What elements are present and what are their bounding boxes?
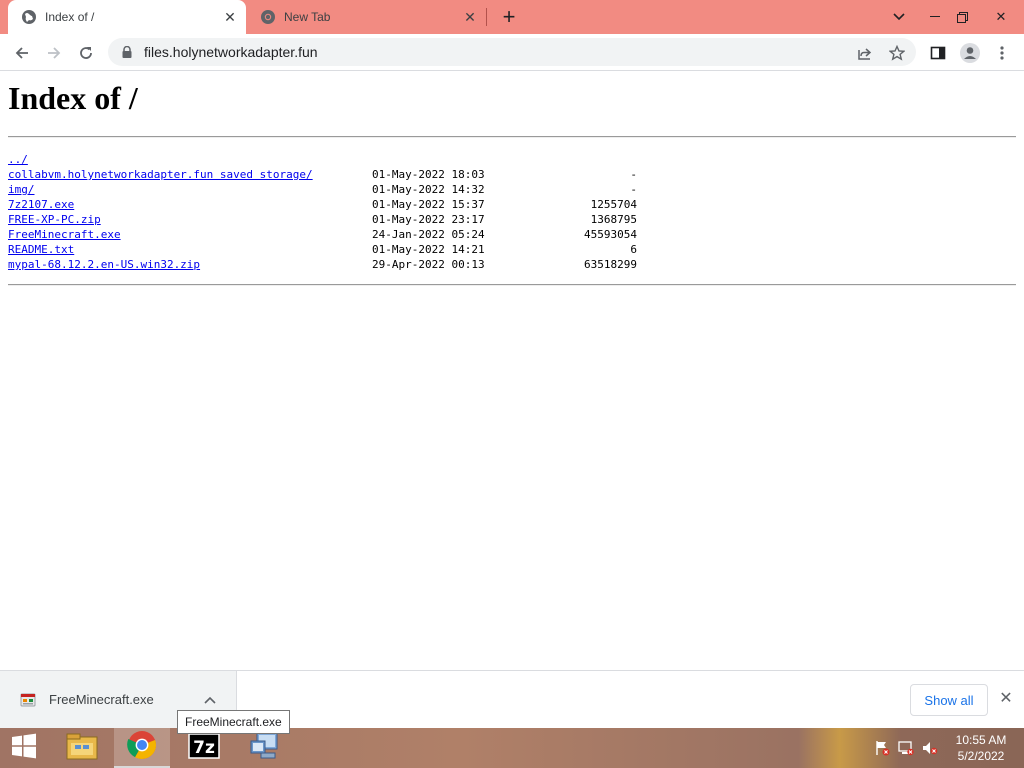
tab-title: New Tab	[284, 10, 331, 24]
menu-kebab-icon[interactable]	[988, 39, 1016, 67]
exe-file-icon	[19, 691, 37, 709]
download-tooltip: FreeMinecraft.exe	[177, 710, 290, 734]
chrome-icon	[127, 730, 157, 765]
chevron-up-icon[interactable]	[200, 690, 220, 710]
file-date: 01-May-2022 18:03	[372, 168, 485, 181]
start-button[interactable]	[0, 728, 48, 768]
volume-muted-icon[interactable]	[922, 740, 938, 756]
close-window-icon[interactable]: ✕	[981, 0, 1021, 34]
tab-title: Index of /	[45, 10, 95, 24]
list-item: 7z2107.exe 01-May-2022 15:37 1255704	[8, 197, 648, 212]
download-shelf: FreeMinecraft.exe Show all ✕	[0, 670, 1024, 728]
close-tab-icon[interactable]: ✕	[460, 7, 480, 27]
list-item: README.txt 01-May-2022 14:21 6	[8, 242, 648, 257]
tab-new-tab[interactable]: New Tab ✕	[250, 0, 486, 34]
close-tab-icon[interactable]: ✕	[220, 7, 240, 27]
file-size: 63518299	[584, 258, 637, 271]
svg-text:7z: 7z	[193, 738, 215, 758]
globe-icon	[21, 9, 37, 25]
taskbar-chrome[interactable]	[114, 728, 170, 768]
file-size: 45593054	[584, 228, 637, 241]
file-link[interactable]: FreeMinecraft.exe	[8, 227, 121, 242]
file-listing: ../ collabvm.holynetworkadapter.fun save…	[8, 152, 648, 272]
profile-avatar-icon[interactable]	[956, 39, 984, 67]
tab-strip: Index of / ✕ New Tab ✕ + ✕	[0, 0, 1024, 34]
clock-date: 5/2/2022	[957, 749, 1005, 763]
page-content: Index of / ../ collabvm.holynetworkadapt…	[0, 72, 1024, 670]
list-item: FreeMinecraft.exe 24-Jan-2022 05:24 4559…	[8, 227, 648, 242]
file-link[interactable]: mypal-68.12.2.en-US.win32.zip	[8, 257, 200, 272]
list-item: ../	[8, 152, 648, 167]
file-size: -	[630, 168, 637, 181]
page-title: Index of /	[8, 80, 138, 116]
windows-logo-icon	[10, 732, 38, 765]
taskbar: 7z 10:55 AM 5/2/2022	[0, 728, 1024, 768]
address-bar[interactable]: files.holynetworkadapter.fun	[108, 38, 916, 66]
system-clock[interactable]: 10:55 AM 5/2/2022	[948, 732, 1014, 764]
file-link[interactable]: collabvm.holynetworkadapter.fun saved st…	[8, 167, 313, 182]
taskbar-7zip[interactable]: 7z	[176, 728, 232, 768]
file-size: -	[630, 183, 637, 196]
network-tray-icon[interactable]	[898, 740, 914, 756]
side-panel-icon[interactable]	[924, 39, 952, 67]
taskbar-network[interactable]	[238, 728, 294, 768]
tab-index-of[interactable]: Index of / ✕	[8, 0, 246, 34]
back-button[interactable]	[8, 39, 36, 67]
list-item: collabvm.holynetworkadapter.fun saved st…	[8, 167, 648, 182]
close-shelf-icon[interactable]: ✕	[996, 688, 1016, 708]
file-date: 24-Jan-2022 05:24	[372, 228, 485, 241]
file-date: 01-May-2022 23:17	[372, 213, 485, 226]
file-link[interactable]: 7z2107.exe	[8, 197, 74, 212]
file-size: 6	[630, 243, 637, 256]
list-item: FREE-XP-PC.zip 01-May-2022 23:17 1368795	[8, 212, 648, 227]
file-date: 01-May-2022 14:32	[372, 183, 485, 196]
chrome-icon	[260, 9, 276, 25]
divider	[8, 284, 1016, 286]
bookmark-star-icon[interactable]	[888, 44, 906, 62]
url-text[interactable]: files.holynetworkadapter.fun	[144, 44, 318, 60]
file-link[interactable]: FREE-XP-PC.zip	[8, 212, 101, 227]
forward-button[interactable]	[40, 39, 68, 67]
lock-icon[interactable]	[120, 45, 134, 59]
file-date: 01-May-2022 14:21	[372, 243, 485, 256]
file-size: 1255704	[590, 198, 637, 211]
file-link[interactable]: img/	[8, 182, 35, 197]
clock-time: 10:55 AM	[955, 733, 1007, 747]
restore-icon[interactable]	[945, 0, 979, 34]
divider	[8, 136, 1016, 138]
taskbar-file-explorer[interactable]	[54, 728, 110, 768]
7zip-icon: 7z	[188, 732, 220, 764]
tab-separator	[486, 8, 487, 26]
tab-search-chevron-icon[interactable]	[882, 0, 916, 34]
action-center-flag-icon[interactable]	[874, 740, 890, 756]
file-explorer-icon	[65, 731, 99, 766]
file-date: 29-Apr-2022 00:13	[372, 258, 485, 271]
file-date: 01-May-2022 15:37	[372, 198, 485, 211]
browser-toolbar: files.holynetworkadapter.fun	[0, 34, 1024, 71]
network-computer-icon	[249, 731, 283, 766]
file-link[interactable]: README.txt	[8, 242, 74, 257]
list-item: img/ 01-May-2022 14:32 -	[8, 182, 648, 197]
show-all-button[interactable]: Show all	[910, 684, 988, 716]
file-size: 1368795	[590, 213, 637, 226]
reload-button[interactable]	[72, 39, 100, 67]
download-filename: FreeMinecraft.exe	[49, 692, 154, 707]
share-icon[interactable]	[856, 44, 874, 62]
file-link[interactable]: ../	[8, 152, 28, 167]
new-tab-button[interactable]: +	[496, 4, 522, 29]
list-item: mypal-68.12.2.en-US.win32.zip 29-Apr-202…	[8, 257, 648, 272]
